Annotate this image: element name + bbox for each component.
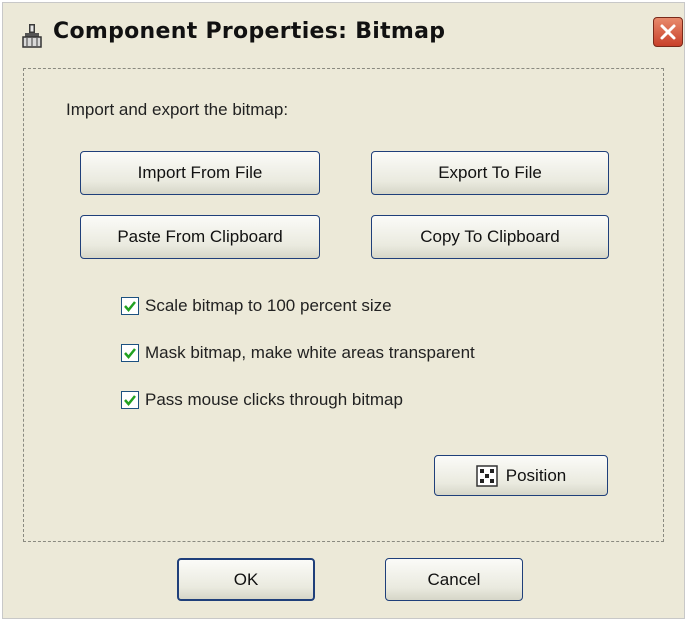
checkbox-box[interactable] xyxy=(121,344,139,362)
brush-icon xyxy=(22,24,42,48)
title-bar[interactable]: Component Properties: Bitmap xyxy=(3,3,684,65)
intro-label: Import and export the bitmap: xyxy=(66,100,289,119)
checkbox-label: Mask bitmap, make white areas transparen… xyxy=(145,343,475,362)
checkbox-label: Scale bitmap to 100 percent size xyxy=(145,296,392,315)
check-mark-icon xyxy=(124,348,136,359)
checkbox-box[interactable] xyxy=(121,297,139,315)
import-from-file-button[interactable]: Import From File xyxy=(80,151,320,195)
checkbox-mask-bitmap[interactable]: Mask bitmap, make white areas transparen… xyxy=(121,343,475,363)
window-title: Component Properties: Bitmap xyxy=(53,19,446,44)
close-icon xyxy=(660,24,676,40)
checkbox-label: Pass mouse clicks through bitmap xyxy=(145,390,403,409)
position-button[interactable]: Position xyxy=(434,455,608,496)
position-label: Position xyxy=(505,465,567,485)
check-mark-icon xyxy=(124,395,136,406)
export-to-file-button[interactable]: Export To File xyxy=(371,151,609,195)
checkbox-scale-bitmap[interactable]: Scale bitmap to 100 percent size xyxy=(121,296,392,316)
position-icon xyxy=(476,464,498,487)
copy-to-clipboard-button[interactable]: Copy To Clipboard xyxy=(371,215,609,259)
paste-from-clipboard-button[interactable]: Paste From Clipboard xyxy=(80,215,320,259)
checkbox-box[interactable] xyxy=(121,391,139,409)
check-mark-icon xyxy=(124,301,136,312)
close-button[interactable] xyxy=(653,17,683,47)
cancel-button[interactable]: Cancel xyxy=(385,558,523,601)
checkbox-pass-mouse-clicks[interactable]: Pass mouse clicks through bitmap xyxy=(121,390,403,410)
ok-button[interactable]: OK xyxy=(177,558,315,601)
